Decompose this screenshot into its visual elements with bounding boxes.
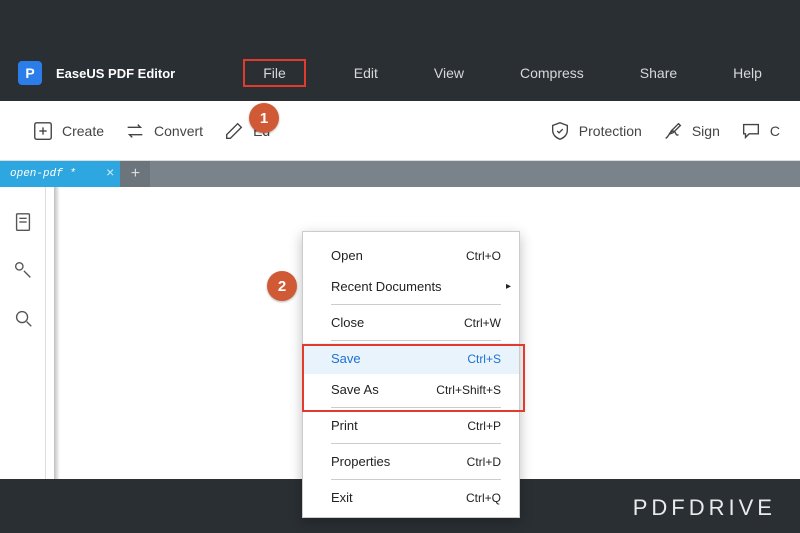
- document-tab[interactable]: open-pdf * ×: [0, 161, 120, 187]
- bookmark-icon[interactable]: [12, 259, 34, 281]
- dd-separator: [331, 407, 501, 408]
- sidebar: [0, 187, 46, 479]
- app-title: EaseUS PDF Editor: [56, 66, 175, 81]
- dd-saveas[interactable]: Save As Ctrl+Shift+S: [303, 374, 519, 405]
- shield-icon: [549, 120, 571, 142]
- dd-save-shortcut: Ctrl+S: [467, 352, 501, 366]
- doc-shadow: [54, 187, 60, 479]
- dd-saveas-shortcut: Ctrl+Shift+S: [436, 383, 501, 397]
- dd-exit[interactable]: Exit Ctrl+Q: [303, 482, 519, 513]
- plus-icon: [32, 120, 54, 142]
- comment-icon: [740, 120, 762, 142]
- dd-separator: [331, 443, 501, 444]
- dd-recent[interactable]: Recent Documents ▸: [303, 271, 519, 302]
- dd-close-label: Close: [331, 315, 364, 330]
- callout-2: 2: [267, 271, 297, 301]
- comment-label: C: [770, 123, 780, 139]
- dd-open[interactable]: Open Ctrl+O: [303, 240, 519, 271]
- titlebar: P EaseUS PDF Editor 1 File Edit View Com…: [0, 45, 800, 101]
- dd-print-label: Print: [331, 418, 358, 433]
- dd-close-shortcut: Ctrl+W: [464, 316, 501, 330]
- menu-compress[interactable]: Compress: [512, 61, 592, 85]
- tab-strip: open-pdf * × +: [0, 161, 800, 187]
- convert-button[interactable]: Convert: [124, 120, 203, 142]
- dd-open-shortcut: Ctrl+O: [466, 249, 501, 263]
- menu-view[interactable]: View: [426, 61, 472, 85]
- convert-label: Convert: [154, 123, 203, 139]
- tab-close-icon[interactable]: ×: [106, 166, 114, 182]
- create-button[interactable]: Create: [32, 120, 104, 142]
- pen-icon: [662, 120, 684, 142]
- dd-print-shortcut: Ctrl+P: [467, 419, 501, 433]
- toolbar: Create Convert Ed Protection Sign C: [0, 101, 800, 161]
- app-logo: P: [18, 61, 42, 85]
- dd-props-label: Properties: [331, 454, 390, 469]
- protection-button[interactable]: Protection: [549, 120, 642, 142]
- dd-separator: [331, 479, 501, 480]
- menu-edit[interactable]: Edit: [346, 61, 386, 85]
- dd-exit-label: Exit: [331, 490, 353, 505]
- dd-close[interactable]: Close Ctrl+W: [303, 307, 519, 338]
- menu-file[interactable]: File: [243, 59, 306, 87]
- dd-save-label: Save: [331, 351, 361, 366]
- tab-label: open-pdf *: [10, 168, 76, 180]
- callout-1: 1: [249, 103, 279, 133]
- dd-exit-shortcut: Ctrl+Q: [466, 491, 501, 505]
- dd-properties[interactable]: Properties Ctrl+D: [303, 446, 519, 477]
- menu-help[interactable]: Help: [725, 61, 770, 85]
- dd-props-shortcut: Ctrl+D: [467, 455, 501, 469]
- dd-saveas-label: Save As: [331, 382, 379, 397]
- create-label: Create: [62, 123, 104, 139]
- page-thumb-icon[interactable]: [12, 211, 34, 233]
- workspace: Open Ctrl+O Recent Documents ▸ Close Ctr…: [0, 187, 800, 479]
- protection-label: Protection: [579, 123, 642, 139]
- file-dropdown: Open Ctrl+O Recent Documents ▸ Close Ctr…: [302, 231, 520, 518]
- dd-open-label: Open: [331, 248, 363, 263]
- comment-button[interactable]: C: [740, 120, 780, 142]
- menu-share[interactable]: Share: [632, 61, 685, 85]
- sign-label: Sign: [692, 123, 720, 139]
- dd-print[interactable]: Print Ctrl+P: [303, 410, 519, 441]
- convert-icon: [124, 120, 146, 142]
- pencil-icon: [223, 120, 245, 142]
- dd-save[interactable]: Save Ctrl+S: [303, 343, 519, 374]
- search-icon[interactable]: [12, 307, 34, 329]
- sign-button[interactable]: Sign: [662, 120, 720, 142]
- menu-bar: File Edit View Compress Share Help: [243, 59, 770, 87]
- submenu-arrow-icon: ▸: [506, 281, 511, 292]
- dd-separator: [331, 340, 501, 341]
- tab-add-button[interactable]: +: [120, 161, 150, 187]
- dd-recent-label: Recent Documents: [331, 279, 442, 294]
- brand-watermark: PDFDRIVE: [633, 495, 776, 521]
- dd-separator: [331, 304, 501, 305]
